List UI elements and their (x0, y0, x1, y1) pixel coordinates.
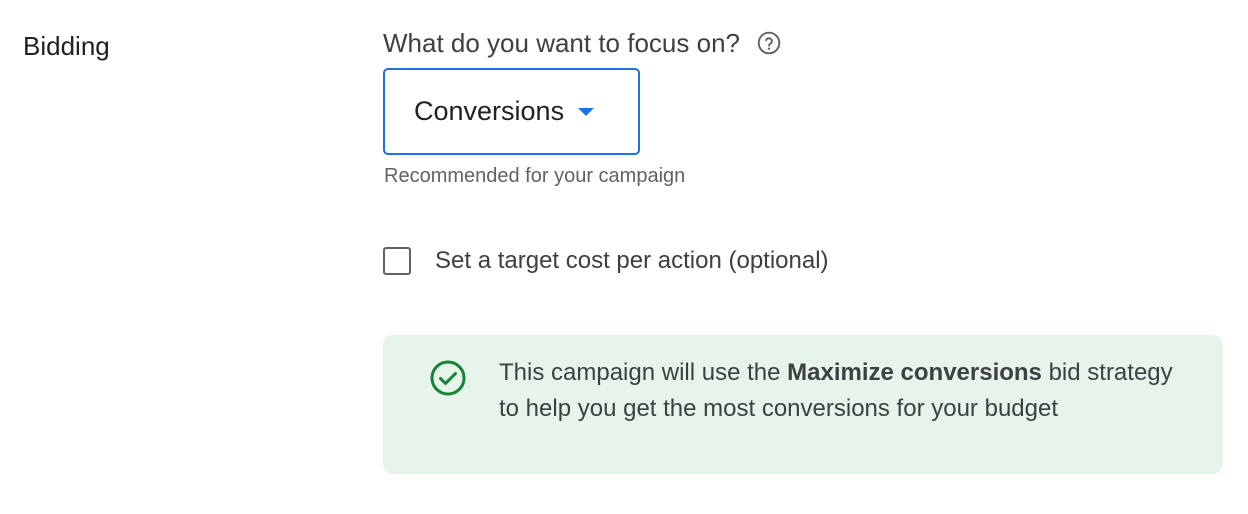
check-circle-icon (429, 359, 467, 397)
target-cpa-checkbox[interactable] (383, 247, 411, 275)
bid-strategy-info-box: This campaign will use the Maximize conv… (383, 335, 1223, 474)
strategy-name: Maximize conversions (787, 359, 1042, 386)
target-cpa-option[interactable]: Set a target cost per action (optional) (383, 247, 829, 275)
focus-question: What do you want to focus on? (383, 26, 782, 60)
focus-dropdown[interactable]: Conversions (383, 68, 640, 155)
caret-down-icon (578, 107, 595, 116)
focus-dropdown-value: Conversions (414, 96, 565, 126)
focus-helper-text: Recommended for your campaign (384, 165, 686, 187)
help-icon[interactable] (756, 30, 782, 56)
info-text-before: This campaign will use the (499, 359, 788, 386)
bid-strategy-info-text: This campaign will use the Maximize conv… (499, 355, 1179, 427)
target-cpa-label[interactable]: Set a target cost per action (optional) (435, 247, 829, 275)
section-title-bidding: Bidding (23, 31, 110, 61)
focus-question-text: What do you want to focus on? (383, 28, 740, 58)
